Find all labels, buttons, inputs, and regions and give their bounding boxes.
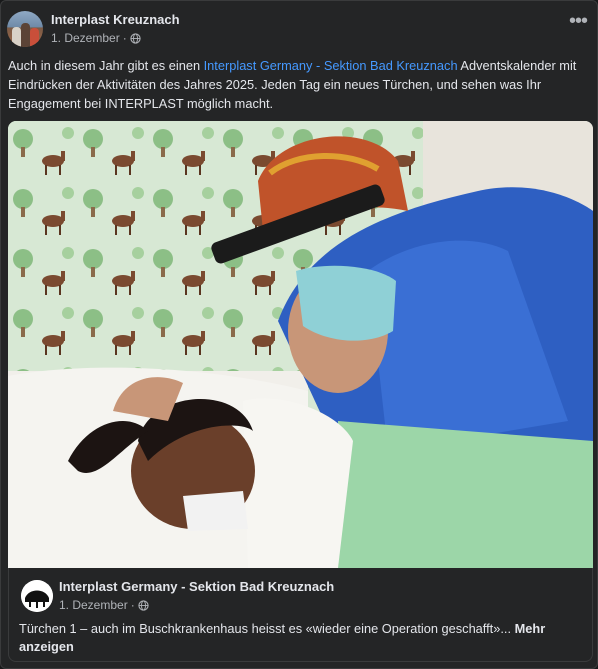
post-header: Interplast Kreuznach 1. Dezember ·	[7, 11, 180, 47]
interplast-logo-icon	[21, 580, 53, 612]
shared-post-date[interactable]: 1. Dezember	[59, 597, 128, 613]
post-photo[interactable]	[8, 121, 593, 568]
shared-post-footer[interactable]: Interplast Germany - Sektion Bad Kreuzna…	[8, 568, 593, 662]
post-text-before: Auch in diesem Jahr gibt es einen	[8, 58, 204, 73]
page-mention-link[interactable]: Interplast Germany - Sektion Bad Kreuzna…	[204, 58, 458, 73]
post-card: Interplast Kreuznach 1. Dezember · ••• A…	[0, 0, 598, 669]
post-text: Auch in diesem Jahr gibt es einen Interp…	[8, 56, 588, 113]
globe-icon	[138, 599, 149, 611]
shared-author-avatar[interactable]	[21, 580, 53, 612]
post-date[interactable]: 1. Dezember	[51, 30, 120, 46]
photo-illustration	[8, 121, 593, 568]
shared-author-name[interactable]: Interplast Germany - Sektion Bad Kreuzna…	[59, 579, 334, 595]
date-separator: ·	[122, 31, 127, 45]
shared-date-separator: ·	[130, 598, 135, 612]
author-avatar[interactable]	[7, 11, 43, 47]
globe-icon	[130, 32, 141, 44]
more-options-icon[interactable]: •••	[569, 11, 588, 31]
shared-text-body: Türchen 1 – auch im Buschkrankenhaus hei…	[19, 621, 512, 636]
author-name[interactable]: Interplast Kreuznach	[51, 12, 180, 28]
shared-post-text: Türchen 1 – auch im Buschkrankenhaus hei…	[19, 620, 579, 656]
